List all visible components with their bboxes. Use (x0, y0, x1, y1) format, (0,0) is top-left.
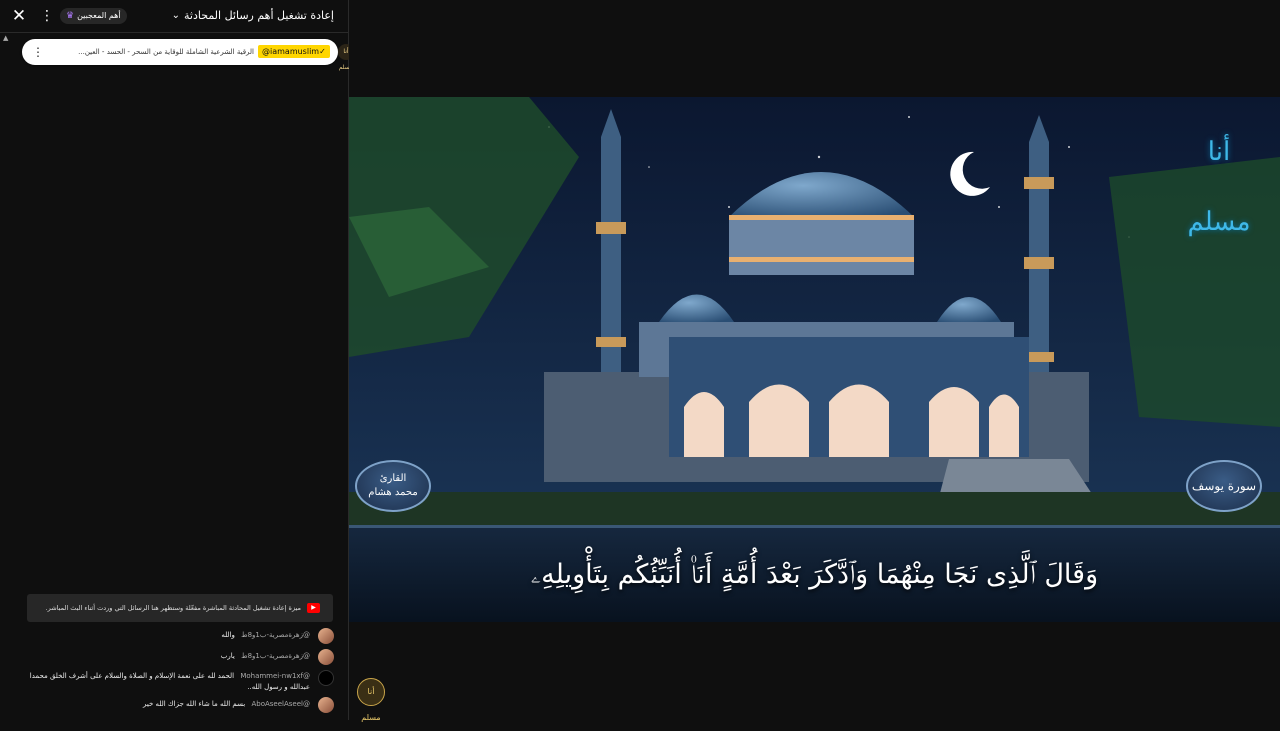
reciter-badge: القارئ محمد هشام (355, 460, 431, 512)
chevron-down-icon: ⌄ (171, 10, 181, 21)
message-text: والله (221, 631, 235, 639)
surah-badge: سورة يوسف (1186, 460, 1262, 512)
avatar[interactable] (318, 649, 334, 665)
avatar[interactable] (318, 670, 334, 686)
chat-message-body: @زهرةمصرية-ب1و8ط والله (20, 630, 310, 641)
youtube-icon: ▶ (307, 603, 320, 613)
chat-message: @زهرةمصرية-ب1و8ط والله (20, 628, 334, 644)
pinned-message-text: الرقية الشرعية الشاملة للوقاية من السحر … (78, 48, 254, 56)
scroll-up-arrow-icon[interactable]: ▲ (3, 34, 8, 42)
message-author[interactable]: @AboAseelAseel (251, 700, 310, 708)
crown-icon: ♛ (66, 11, 75, 21)
close-icon[interactable]: ✕ (10, 7, 28, 25)
message-author[interactable]: @زهرةمصرية-ب1و8ط (241, 652, 310, 660)
chat-mode-dropdown[interactable]: إعادة تشغيل أهم رسائل المحادثة ⌄ (172, 7, 334, 25)
avatar[interactable] (318, 697, 334, 713)
chat-message-body: @زهرةمصرية-ب1و8ط يارب (20, 651, 310, 662)
pinned-menu-icon[interactable]: ⋮ (32, 44, 44, 60)
chat-message: @Mohammei-nw1xf الحمد لله على نعمة الإسل… (20, 670, 334, 694)
avatar[interactable] (318, 628, 334, 644)
chat-header: ✕ ⋮ ♛ أهم المعجبين إعادة تشغيل أهم رسائل… (0, 0, 348, 33)
message-author[interactable]: @Mohammei-nw1xf (240, 672, 310, 680)
chat-title: إعادة تشغيل أهم رسائل المحادثة (184, 9, 334, 22)
channel-logo: أنا مسلم (1187, 137, 1251, 237)
mosque-scene-image (349, 97, 1280, 622)
video-player[interactable]: أنا مسلم القارئ محمد هشام سورة يوسف وَقَ… (349, 0, 1280, 722)
replay-notice-text: ميزة إعادة تشغيل المحادثة المباشرة مفعّل… (45, 604, 301, 612)
video-frame[interactable]: أنا مسلم القارئ محمد هشام سورة يوسف وَقَ… (349, 97, 1280, 622)
message-text: يارب (220, 652, 235, 660)
chat-message: @زهرةمصرية-ب1و8ط يارب (20, 649, 334, 665)
chat-message: @AboAseelAseel بسم الله ما شاء الله جزاك… (20, 697, 334, 713)
pinned-message[interactable]: ⋮ الرقية الشرعية الشاملة للوقاية من السح… (22, 39, 354, 71)
top-fans-button[interactable]: ♛ أهم المعجبين (60, 8, 127, 24)
channel-watermark[interactable]: أنا مسلم (357, 678, 385, 722)
message-author[interactable]: @زهرةمصرية-ب1و8ط (241, 631, 310, 639)
chat-message-body: @AboAseelAseel بسم الله ما شاء الله جزاك… (20, 699, 310, 710)
quran-verse-caption: وَقَالَ ٱلَّذِى نَجَا مِنْهُمَا وَٱدَّكَ… (530, 559, 1099, 590)
reciter-label: القارئ (379, 473, 407, 484)
live-chat-panel: ✕ ⋮ ♛ أهم المعجبين إعادة تشغيل أهم رسائل… (0, 0, 354, 720)
reciter-name: محمد هشام (368, 487, 418, 498)
pinned-author-badge[interactable]: @iamamuslim✓ (258, 45, 330, 58)
top-fans-label: أهم المعجبين (77, 11, 121, 20)
chat-message-body: @Mohammei-nw1xf الحمد لله على نعمة الإسل… (20, 671, 310, 693)
message-text: بسم الله ما شاء الله جزاك الله خير (143, 700, 246, 708)
more-options-icon[interactable]: ⋮ (40, 7, 54, 25)
replay-notice: ميزة إعادة تشغيل المحادثة المباشرة مفعّل… (27, 594, 333, 622)
